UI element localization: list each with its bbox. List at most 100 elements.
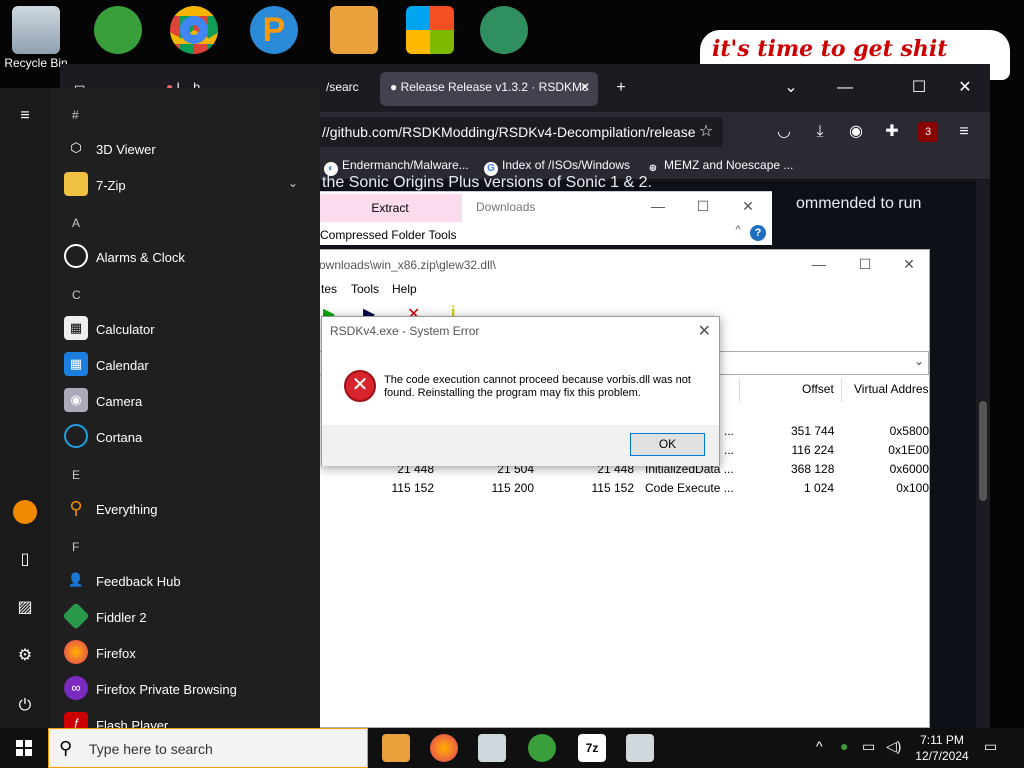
page-text-line: ommended to run <box>796 195 922 212</box>
bookmark-label: Endermanch/Malware... <box>342 158 469 172</box>
section-letter[interactable]: C <box>72 288 81 302</box>
7zip-taskbar-icon[interactable]: 7z <box>578 734 606 762</box>
taskbar: ⚲ Type here to search 7z ^ ● ▭ ◁) 7:11 P… <box>0 728 1024 768</box>
pinball-desktop-icon[interactable]: P <box>240 4 308 56</box>
section-letter[interactable]: E <box>72 468 80 482</box>
section-letter[interactable]: A <box>72 216 80 230</box>
clock[interactable]: 7:11 PM 12/7/2024 <box>910 732 974 764</box>
notifications-icon[interactable]: ▭ <box>984 738 997 755</box>
firefox-taskbar-icon[interactable] <box>430 734 458 762</box>
maximize-button[interactable]: ☐ <box>855 256 875 273</box>
feedback-person-icon: 👤 <box>67 572 85 587</box>
fiddler-diamond-icon <box>62 602 90 630</box>
extract-tab[interactable]: Extract <box>318 194 462 222</box>
user-avatar[interactable] <box>13 500 37 524</box>
character-icon <box>480 6 528 54</box>
downloads-icon[interactable]: ⤓ <box>810 122 830 142</box>
app-everything[interactable]: ⚲ Everything <box>62 493 312 525</box>
downloads-extract-window: Extract Downloads Compressed Folder Tool… <box>318 191 772 245</box>
chrome-desktop-icon[interactable] <box>160 4 228 56</box>
contacts-desktop-icon[interactable] <box>84 4 152 56</box>
list-all-tabs-chevron-icon[interactable]: ⌄ <box>776 76 806 100</box>
pocket-icon[interactable]: ◡ <box>774 122 794 142</box>
close-button[interactable]: ✕ <box>738 198 758 215</box>
app-calculator[interactable]: ▦ Calculator <box>62 313 312 345</box>
show-hidden-icons-chevron-icon[interactable]: ^ <box>816 738 823 754</box>
pictures-icon[interactable]: ▨ <box>13 596 37 620</box>
bookmark-3[interactable]: ⊕ MEMZ and Noescape ... <box>646 158 794 176</box>
close-tab-icon[interactable]: ✕ <box>580 80 590 94</box>
tab-release-active[interactable]: ● Release Release v1.3.2 · RSDKMc ✕ <box>380 72 598 106</box>
app-fiddler[interactable]: Fiddler 2 <box>62 601 312 633</box>
section-letter[interactable]: F <box>72 540 79 554</box>
documents-icon[interactable]: ▯ <box>13 548 37 572</box>
recycle-bin-desktop-icon[interactable]: Recycle Bin <box>2 4 70 70</box>
close-button[interactable]: ✕ <box>899 256 919 273</box>
folder-desktop-icon[interactable] <box>320 4 388 56</box>
app-7zip-folder[interactable]: 7-Zip ⌄ <box>62 169 312 201</box>
search-box[interactable]: ⚲ Type here to search <box>48 728 368 768</box>
volume-icon[interactable]: ◁) <box>886 738 901 755</box>
scroll-thumb[interactable] <box>979 401 987 501</box>
cell-vaddr: 0x1E00 <box>888 443 929 457</box>
close-icon[interactable]: ✕ <box>698 321 711 341</box>
app-label: Calculator <box>96 322 155 337</box>
shield-desktop-icon[interactable] <box>396 4 464 56</box>
cell-vaddr: 0x100 <box>896 481 929 495</box>
menu-favorites[interactable]: tes <box>321 282 337 296</box>
app-feedback-hub[interactable]: 👤 Feedback Hub <box>62 565 312 597</box>
maximize-button[interactable]: ☐ <box>904 76 934 100</box>
column-header-virtual-address[interactable]: Virtual Addres <box>854 382 929 396</box>
firefox-icon <box>64 640 88 664</box>
help-icon[interactable]: ? <box>750 225 766 241</box>
column-header-offset[interactable]: Offset <box>802 382 834 396</box>
people-taskbar-icon[interactable] <box>528 734 556 762</box>
app-alarms-clock[interactable]: Alarms & Clock <box>62 241 312 273</box>
start-rail: ≡ ▯ ▨ ⚙ ⏻ <box>0 88 50 728</box>
page-scrollbar[interactable] <box>976 181 990 728</box>
app-calendar[interactable]: ▦ Calendar <box>62 349 312 381</box>
maximize-button[interactable]: ☐ <box>693 198 713 215</box>
app-window-taskbar-icon[interactable] <box>626 734 654 762</box>
account-icon[interactable]: ◉ <box>846 122 866 142</box>
tab-label: Release Release v1.3.2 · RSDKMc <box>400 80 589 94</box>
ublock-icon[interactable]: 3 <box>918 122 938 142</box>
new-tab-button[interactable]: + <box>606 76 636 100</box>
private-mask-icon: ∞ <box>64 676 88 700</box>
app-cortana[interactable]: Cortana <box>62 421 312 453</box>
section-letter[interactable]: # <box>72 108 79 122</box>
close-window-button[interactable]: ✕ <box>950 76 980 100</box>
cell-name: ... <box>724 424 735 438</box>
bookmark-star-icon[interactable]: ☆ <box>696 122 716 142</box>
cell-offset: 1 024 <box>803 481 834 495</box>
network-icon[interactable]: ▭ <box>862 738 875 755</box>
extensions-icon[interactable]: ✚ <box>882 122 902 142</box>
character-desktop-icon[interactable] <box>470 4 538 56</box>
minimize-button[interactable]: — <box>648 198 668 214</box>
url-bar[interactable]: //github.com/RSDKModding/RSDKv4-Decompil… <box>318 117 723 147</box>
file-explorer-taskbar-icon[interactable] <box>382 734 410 762</box>
menu-hamburger-icon[interactable]: ≡ <box>954 122 974 142</box>
app-camera[interactable]: ◉ Camera <box>62 385 312 417</box>
app-3d-viewer[interactable]: ⬡ 3D Viewer <box>62 133 312 165</box>
minimize-button[interactable]: — <box>809 256 829 272</box>
ok-button[interactable]: OK <box>630 433 705 456</box>
hamburger-menu-icon[interactable]: ≡ <box>13 104 37 128</box>
collapse-ribbon-icon[interactable]: ^ <box>728 224 748 236</box>
power-icon[interactable]: ⏻ <box>13 694 37 718</box>
people-tray-icon[interactable]: ● <box>840 738 848 754</box>
app-firefox-private[interactable]: ∞ Firefox Private Browsing <box>62 673 312 705</box>
settings-gear-icon[interactable]: ⚙ <box>13 644 37 668</box>
app-firefox[interactable]: Firefox <box>62 637 312 669</box>
cell-size: 115 152 <box>391 481 435 495</box>
menu-help[interactable]: Help <box>392 282 417 296</box>
start-button[interactable] <box>0 728 48 768</box>
menu-tools[interactable]: Tools <box>351 282 379 296</box>
extension-badge: 3 <box>924 126 932 138</box>
tab-2[interactable]: /searc <box>316 72 376 106</box>
search-input[interactable]: Type here to search <box>89 741 213 757</box>
app-label: Alarms & Clock <box>96 250 185 265</box>
dialog-footer: OK <box>322 425 719 466</box>
minimize-button[interactable]: — <box>830 76 860 100</box>
window-taskbar-icon[interactable] <box>478 734 506 762</box>
